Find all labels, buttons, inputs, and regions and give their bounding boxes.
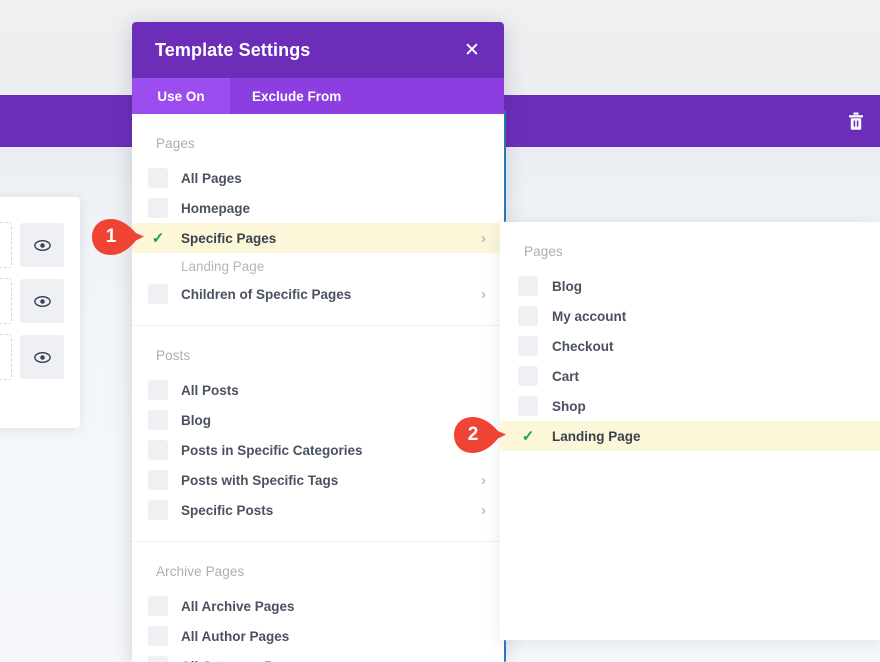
option-label: All Archive Pages [181,598,295,614]
option-label: All Author Pages [181,628,290,644]
modal-header: Template Settings ✕ [132,22,504,78]
submenu-option-checkout[interactable]: Checkout [500,331,880,361]
eye-icon[interactable] [20,223,64,267]
option-label: Blog [552,278,582,294]
preview-row [0,273,76,329]
preview-row [0,217,76,273]
checkbox[interactable] [148,168,168,188]
submenu-option-landing-page[interactable]: ✓ Landing Page [500,421,880,451]
modal-tabs: Use On Exclude From [132,78,504,114]
modal-body: Pages All Pages Homepage ✓ Specific Page… [132,114,504,662]
annotation-pin-2: 2 [452,415,508,455]
preview-row [0,329,76,385]
submenu-option-my-account[interactable]: My account [500,301,880,331]
annotation-pin-1: 1 [90,217,146,257]
submenu-option-blog[interactable]: Blog [500,271,880,301]
group-pages: Pages All Pages Homepage ✓ Specific Page… [132,114,504,325]
group-archive-pages: Archive Pages All Archive Pages All Auth… [132,541,504,662]
option-all-archive-pages[interactable]: All Archive Pages [132,591,504,621]
checkbox[interactable] [518,306,538,326]
option-sublabel: Landing Page [181,259,265,274]
option-label: Specific Pages [181,230,277,246]
checkbox[interactable] [518,276,538,296]
option-specific-pages[interactable]: ✓ Specific Pages › [132,223,504,253]
check-icon: ✓ [521,428,535,445]
option-label: All Pages [181,170,242,186]
placeholder-box [0,222,12,268]
annotation-number: 2 [467,424,479,445]
trash-icon[interactable] [848,112,864,130]
option-all-category-pages[interactable]: All Category Pages [132,651,504,662]
checkbox[interactable] [518,396,538,416]
checkbox[interactable] [518,336,538,356]
specific-pages-submenu: Pages Blog My account Checkout Cart Shop… [500,222,880,640]
eye-icon[interactable] [20,335,64,379]
submenu-option-shop[interactable]: Shop [500,391,880,421]
option-label: Posts in Specific Categories [181,442,363,458]
checkbox[interactable] [148,470,168,490]
group-title: Posts [156,348,191,363]
checkbox[interactable] [148,596,168,616]
option-posts-in-specific-categories[interactable]: Posts in Specific Categories [132,435,504,465]
option-all-author-pages[interactable]: All Author Pages [132,621,504,651]
option-label: Shop [552,398,586,414]
annotation-number: 1 [105,226,117,247]
option-label: My account [552,308,627,324]
tab-use-on[interactable]: Use On [132,78,230,114]
checkbox[interactable] [148,626,168,646]
chevron-right-icon[interactable]: › [481,287,486,302]
close-icon[interactable]: ✕ [462,41,482,60]
chevron-right-icon[interactable]: › [481,231,486,246]
option-label: Checkout [552,338,614,354]
group-posts: Posts All Posts Blog Posts in Specific C… [132,325,504,541]
group-title: Archive Pages [156,564,245,579]
checkbox[interactable] [148,656,168,662]
tab-exclude-from[interactable]: Exclude From [230,78,363,114]
option-all-pages[interactable]: All Pages [132,163,504,193]
option-blog[interactable]: Blog [132,405,504,435]
option-posts-with-specific-tags[interactable]: Posts with Specific Tags › [132,465,504,495]
template-settings-modal: Template Settings ✕ Use On Exclude From … [132,22,504,662]
option-label: Cart [552,368,580,384]
submenu-title: Pages [524,244,563,259]
option-label: Landing Page [552,428,641,444]
option-label: Posts with Specific Tags [181,472,339,488]
checkbox[interactable] [148,284,168,304]
check-icon: ✓ [151,230,165,247]
checkbox[interactable] [148,500,168,520]
option-homepage[interactable]: Homepage [132,193,504,223]
placeholder-box [0,278,12,324]
checkbox[interactable] [518,366,538,386]
module-preview-card [0,197,80,428]
checkbox[interactable] [148,410,168,430]
page-title: Template Settings [155,39,311,60]
eye-icon[interactable] [20,279,64,323]
checkbox[interactable] [148,198,168,218]
option-label: All Category Pages [181,659,304,662]
group-title: Pages [156,136,195,151]
option-label: Blog [181,412,211,428]
option-specific-posts[interactable]: Specific Posts › [132,495,504,525]
option-label: All Posts [181,382,239,398]
screenshot-root: Template Settings ✕ Use On Exclude From … [0,0,880,662]
option-label: Homepage [181,200,251,216]
placeholder-box [0,334,12,380]
chevron-right-icon[interactable]: › [481,503,486,518]
option-label: Specific Posts [181,502,274,518]
option-all-posts[interactable]: All Posts [132,375,504,405]
option-label: Children of Specific Pages [181,286,352,302]
checkbox[interactable] [148,440,168,460]
chevron-right-icon[interactable]: › [481,473,486,488]
checkbox[interactable] [148,380,168,400]
option-children-of-specific-pages[interactable]: Children of Specific Pages › [132,279,504,309]
submenu-option-cart[interactable]: Cart [500,361,880,391]
